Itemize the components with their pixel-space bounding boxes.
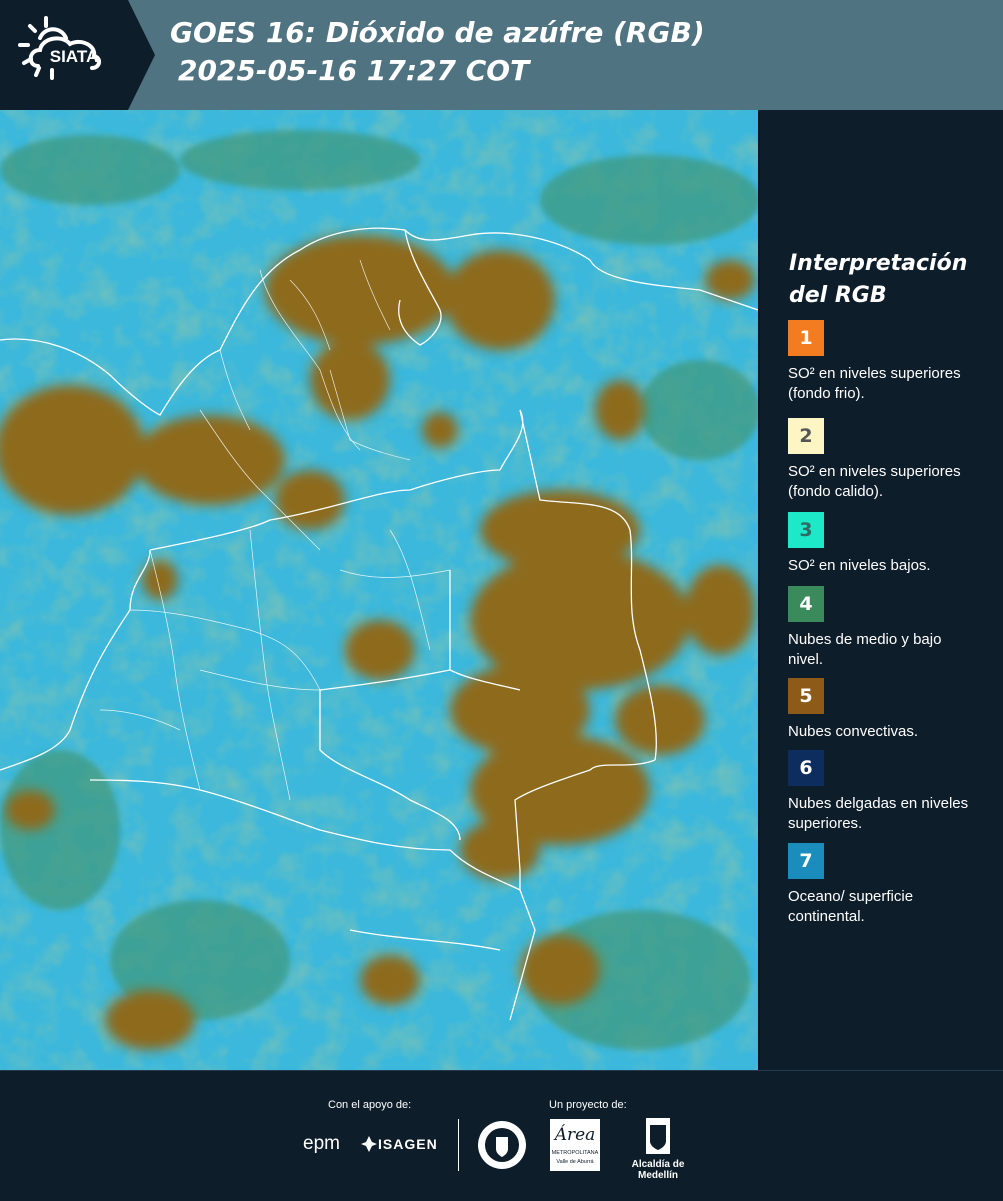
title-line-1: GOES 16: Dióxido de azúfre (RGB) <box>170 16 705 49</box>
legend-swatch: 1 <box>788 320 824 356</box>
epm-logo[interactable]: epm <box>303 1133 340 1155</box>
footer: Con el apoyo de: Un proyecto de: epm ISA… <box>0 1070 1003 1201</box>
legend-item: 1 SO² en niveles superiores (fondo frio). <box>788 320 988 404</box>
footer-divider <box>458 1119 459 1171</box>
area-word: Área <box>554 1125 596 1145</box>
legend-item: 5 Nubes convectivas. <box>788 678 988 742</box>
isagen-icon <box>361 1136 377 1152</box>
legend-title-line-2: del RGB <box>789 283 887 308</box>
legend-item: 3 SO² en niveles bajos. <box>788 512 988 576</box>
area-metropolitana-logo[interactable]: Área METROPOLITANA Valle de Aburrá <box>550 1119 600 1171</box>
legend-item: 4 Nubes de medio y bajo nivel. <box>788 586 988 670</box>
legend-label: SO² en niveles bajos. <box>788 557 931 574</box>
legend-swatch: 4 <box>788 586 824 622</box>
brand-text: SIATA <box>50 47 98 66</box>
seal-icon <box>478 1121 526 1169</box>
legend-label: Oceano/ superficie continental. <box>788 888 914 925</box>
satellite-image <box>0 110 758 1070</box>
coat-of-arms-icon <box>646 1118 670 1154</box>
legend-swatch: 6 <box>788 750 824 786</box>
project-label: Un proyecto de: <box>549 1099 627 1111</box>
isagen-logo[interactable]: ISAGEN <box>360 1135 442 1155</box>
legend-label: Nubes convectivas. <box>788 723 919 740</box>
legend-label: SO² en niveles superiores (fondo frio). <box>788 365 961 402</box>
legend-label: SO² en niveles superiores (fondo calido)… <box>788 463 961 500</box>
legend-swatch: 5 <box>788 678 824 714</box>
isagen-text: ISAGEN <box>378 1136 438 1152</box>
satellite-map[interactable] <box>0 110 760 1070</box>
alcaldia-text: Alcaldía de Medellín <box>631 1159 685 1181</box>
alcaldia-logo[interactable]: Alcaldía de Medellín <box>612 1117 704 1181</box>
header-bar: SIATA GOES 16: Dióxido de azúfre (RGB) 2… <box>0 0 1003 110</box>
legend-title: Interpretación del RGB <box>789 248 989 312</box>
legend-item: 6 Nubes delgadas en niveles superiores. <box>788 750 988 834</box>
legend-label: Nubes delgadas en niveles superiores. <box>788 795 969 832</box>
legend-label: Nubes de medio y bajo nivel. <box>788 631 942 668</box>
legend-swatch: 3 <box>788 512 824 548</box>
area-sub-1: METROPOLITANA <box>551 1150 599 1156</box>
legend-title-line-1: Interpretación <box>789 251 968 276</box>
siata-logo[interactable]: SIATA <box>0 0 155 110</box>
title-line-2: 2025-05-16 17:27 COT <box>178 54 530 87</box>
area-sub-2: Valle de Aburrá <box>556 1159 594 1165</box>
logo-badge: SIATA <box>0 0 155 110</box>
legend-panel: Interpretación del RGB 1 SO² en niveles s… <box>760 110 1003 1070</box>
legend-swatch: 7 <box>788 843 824 879</box>
support-label: Con el apoyo de: <box>328 1099 412 1111</box>
legend-item: 2 SO² en niveles superiores (fondo calido… <box>788 418 988 502</box>
medellin-seal-logo[interactable] <box>476 1119 528 1176</box>
page-title: GOES 16: Dióxido de azúfre (RGB) 2025-05… <box>170 14 705 90</box>
legend-swatch: 2 <box>788 418 824 454</box>
legend-item: 7 Oceano/ superficie continental. <box>788 843 988 927</box>
